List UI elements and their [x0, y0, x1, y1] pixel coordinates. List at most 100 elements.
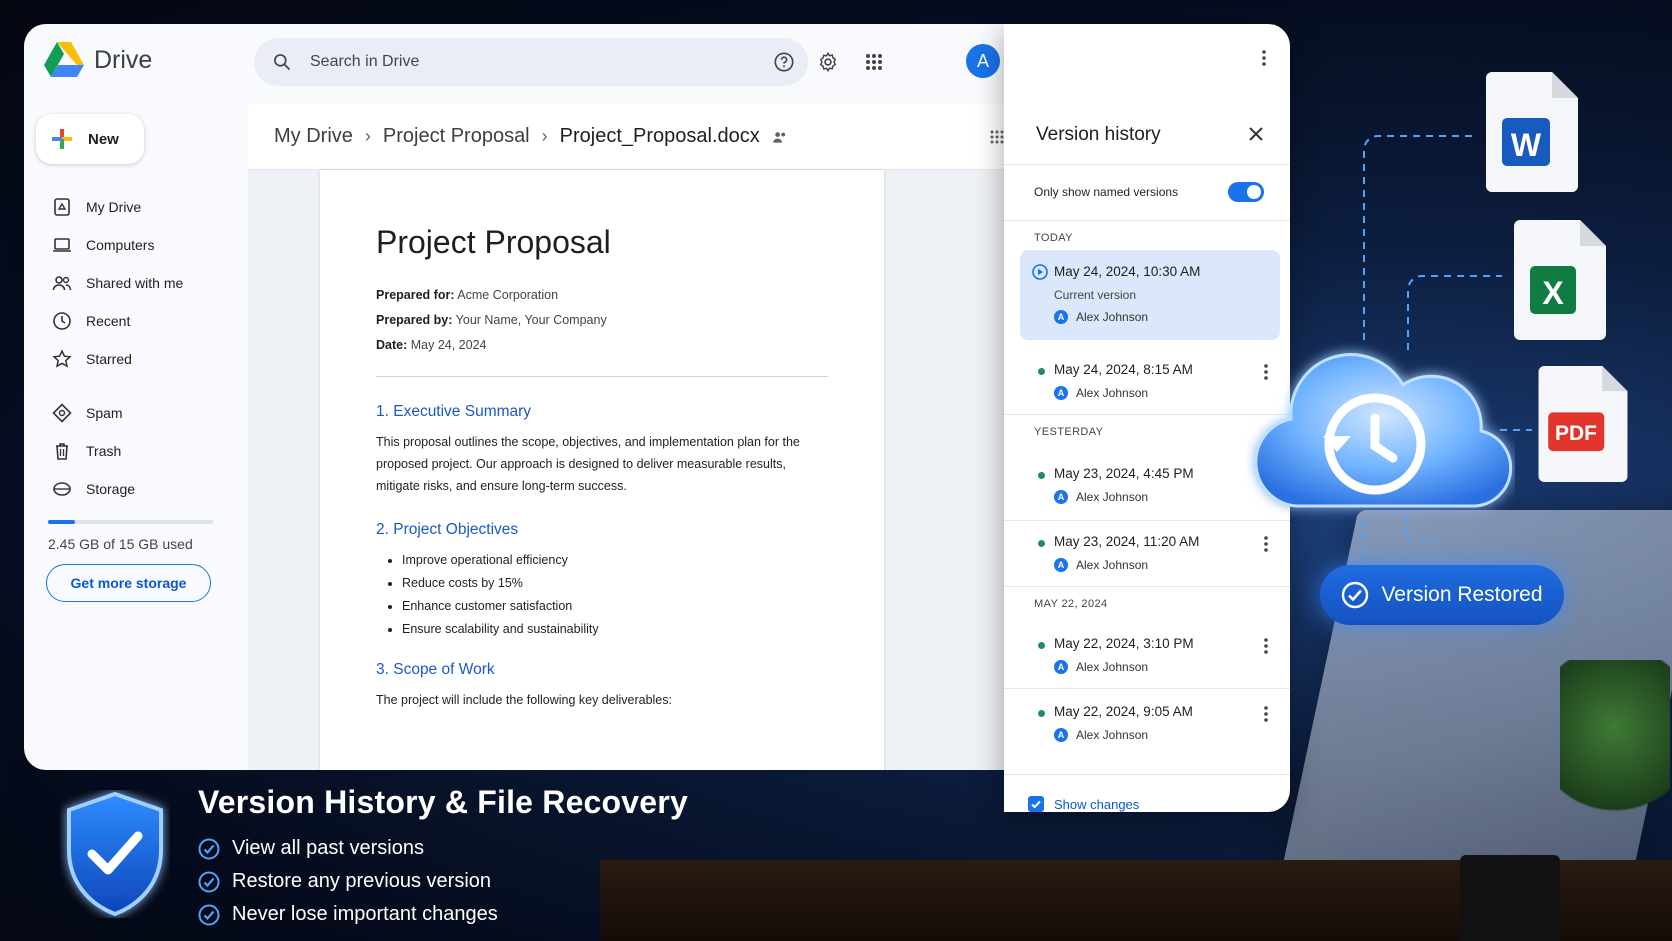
section-label-today: TODAY	[1034, 232, 1073, 244]
sidebar-item-computers[interactable]: Computers	[48, 226, 238, 264]
cloud-icon	[53, 482, 71, 496]
version-item[interactable]: May 23, 2024, 11:20 AM A Alex Johnson	[1020, 520, 1280, 586]
app-name: Drive	[94, 45, 153, 74]
show-changes-checkbox[interactable]	[1028, 796, 1044, 812]
sidebar-item-label: Spam	[86, 405, 123, 421]
badge-label: Version Restored	[1381, 583, 1543, 606]
section-body: This proposal outlines the scope, object…	[376, 435, 800, 493]
search-icon	[274, 54, 291, 71]
meta-value: May 24, 2024	[410, 338, 487, 352]
document-page[interactable]: Project Proposal Prepared for: Acme Corp…	[320, 170, 884, 770]
show-changes-row[interactable]: Show changes	[1028, 796, 1139, 812]
close-icon[interactable]	[1248, 126, 1264, 142]
sidebar-item-label: Recent	[86, 313, 131, 329]
version-dot	[1038, 368, 1045, 375]
new-button-label: New	[88, 130, 119, 148]
meta-label: Date:	[376, 338, 408, 352]
version-dot	[1038, 472, 1045, 479]
gear-icon[interactable]	[812, 46, 844, 78]
author-name: Alex Johnson	[1076, 490, 1149, 504]
sidebar-item-recent[interactable]: Recent	[48, 302, 238, 340]
people-icon	[52, 276, 72, 291]
sidebar-item-label: Computers	[86, 237, 155, 253]
version-dot	[1038, 642, 1045, 649]
version-date: May 22, 2024, 9:05 AM	[1054, 704, 1193, 719]
user-avatar: A	[1054, 310, 1068, 324]
more-vert-icon[interactable]	[1264, 638, 1268, 654]
version-dot	[1038, 540, 1045, 547]
divider	[376, 376, 828, 377]
clock-icon	[53, 312, 71, 330]
version-author: A Alex Johnson	[1054, 558, 1148, 572]
sidebar-item-label: Trash	[86, 443, 122, 459]
named-versions-toggle[interactable]	[1228, 182, 1264, 202]
search-input[interactable]	[310, 53, 750, 71]
author-name: Alex Johnson	[1076, 558, 1149, 572]
sidebar-item-shared[interactable]: Shared with me	[48, 264, 238, 302]
more-vert-icon[interactable]	[1264, 706, 1268, 722]
list-item: Enhance customer satisfaction	[402, 595, 828, 618]
more-vert-icon[interactable]	[1264, 536, 1268, 552]
meta-label: Prepared for:	[376, 288, 455, 302]
user-avatar: A	[1054, 728, 1068, 742]
divider	[1004, 586, 1290, 587]
sidebar-item-spam[interactable]: Spam	[48, 394, 238, 432]
promo-feature: Never lose important changes	[198, 898, 498, 931]
version-date: May 22, 2024, 3:10 PM	[1054, 636, 1194, 651]
word-file-icon: W	[1486, 72, 1578, 192]
sidebar-item-storage[interactable]: Storage	[48, 470, 238, 508]
objective-list: Improve operational efficiency Reduce co…	[376, 549, 828, 641]
version-item[interactable]: May 24, 2024, 8:15 AM A Alex Johnson	[1020, 348, 1280, 414]
version-author: A Alex Johnson	[1054, 728, 1148, 742]
trash-icon	[56, 443, 68, 460]
chevron-right-icon: ›	[541, 126, 548, 146]
excel-file-icon: X	[1514, 220, 1606, 340]
document-title: Project Proposal	[376, 224, 611, 260]
sidebar-item-trash[interactable]: Trash	[48, 432, 238, 470]
storage-meter-fill	[48, 520, 75, 524]
cloud-restore-icon	[1254, 353, 1513, 508]
user-avatar: A	[1054, 386, 1068, 400]
section-heading: 1. Executive Summary	[376, 403, 532, 420]
divider	[1004, 220, 1290, 221]
promo-title: Version History & File Recovery	[198, 784, 688, 820]
author-name: Alex Johnson	[1076, 728, 1149, 742]
version-dot	[1038, 710, 1045, 717]
list-item: Improve operational efficiency	[402, 549, 828, 572]
version-item-current[interactable]: May 24, 2024, 10:30 AM Current version A…	[1020, 250, 1280, 340]
version-author: A Alex Johnson	[1054, 386, 1148, 400]
promo-feature-label: View all past versions	[232, 837, 424, 859]
plus-icon	[52, 129, 72, 149]
version-author: A Alex Johnson	[1054, 310, 1148, 324]
check-circle-icon	[198, 904, 220, 925]
get-more-storage-button[interactable]: Get more storage	[46, 564, 211, 602]
sidebar-nav: My Drive Computers Shared with me Recent…	[48, 188, 238, 508]
drive-logo[interactable]: Drive	[44, 42, 152, 78]
grid-view-icon[interactable]	[990, 130, 1004, 144]
breadcrumb-item[interactable]: My Drive	[274, 125, 353, 148]
meta-value: Acme Corporation	[457, 288, 559, 302]
search-bar[interactable]	[254, 38, 808, 86]
more-vert-icon[interactable]	[1262, 50, 1266, 66]
promo-feature-label: Restore any previous version	[232, 870, 492, 892]
breadcrumb: My Drive › Project Proposal › Project_Pr…	[248, 104, 1024, 170]
sidebar-item-starred[interactable]: Starred	[48, 340, 238, 378]
user-avatar: A	[1054, 660, 1068, 674]
account-avatar[interactable]: A	[966, 44, 1000, 78]
divider	[1004, 774, 1290, 775]
section-label-yesterday: YESTERDAY	[1034, 426, 1104, 438]
new-button[interactable]: New	[36, 114, 144, 164]
apps-grid-icon[interactable]	[858, 46, 890, 78]
breadcrumb-current-file[interactable]: Project_Proposal.docx	[560, 125, 760, 148]
breadcrumb-item[interactable]: Project Proposal	[383, 125, 530, 148]
background-plant	[1560, 660, 1670, 830]
version-item[interactable]: May 23, 2024, 4:45 PM A Alex Johnson	[1020, 452, 1280, 518]
spam-icon	[52, 403, 72, 423]
chevron-right-icon: ›	[364, 126, 371, 146]
help-icon[interactable]	[768, 46, 800, 78]
sidebar-item-my-drive[interactable]: My Drive	[48, 188, 238, 226]
version-item[interactable]: May 22, 2024, 9:05 AM A Alex Johnson	[1020, 690, 1280, 756]
version-item[interactable]: May 22, 2024, 3:10 PM A Alex Johnson	[1020, 622, 1280, 688]
promo-feature: View all past versions	[198, 832, 498, 865]
play-circle-icon	[1032, 264, 1048, 280]
